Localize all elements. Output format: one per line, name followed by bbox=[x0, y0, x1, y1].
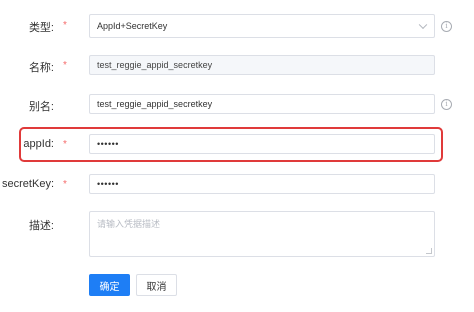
info-icon[interactable]: i bbox=[441, 99, 452, 110]
chevron-down-icon bbox=[418, 20, 428, 30]
description-placeholder: 请输入凭据描述 bbox=[97, 219, 161, 229]
type-required-mark: * bbox=[63, 20, 67, 31]
name-label: 名称: bbox=[28, 62, 54, 74]
appid-field-value: •••••• bbox=[97, 139, 119, 149]
alias-field[interactable]: test_reggie_appid_secretkey bbox=[89, 94, 435, 114]
description-row: 描述: 请输入凭据描述 bbox=[0, 211, 474, 257]
secretkey-required-mark: * bbox=[63, 179, 67, 190]
description-textarea[interactable]: 请输入凭据描述 bbox=[89, 211, 435, 257]
name-required-mark: * bbox=[63, 60, 67, 71]
resize-handle-icon[interactable] bbox=[426, 248, 432, 254]
alias-row: 别名: test_reggie_appid_secretkey i bbox=[0, 94, 474, 114]
secretkey-field-value: •••••• bbox=[97, 179, 119, 189]
name-field-value: test_reggie_appid_secretkey bbox=[97, 60, 213, 70]
secretkey-row: secretKey: * •••••• bbox=[0, 174, 474, 194]
alias-field-value: test_reggie_appid_secretkey bbox=[97, 99, 213, 109]
appid-row: appId: * •••••• bbox=[0, 134, 474, 154]
cancel-button[interactable]: 取消 bbox=[136, 274, 177, 296]
type-select-value: AppId+SecretKey bbox=[97, 21, 168, 31]
appid-required-mark: * bbox=[63, 139, 67, 150]
secretkey-field[interactable]: •••••• bbox=[89, 174, 435, 194]
credential-form: 类型: * AppId+SecretKey i 名称: * test_reggi… bbox=[0, 0, 474, 312]
name-field[interactable]: test_reggie_appid_secretkey bbox=[89, 55, 435, 75]
appid-label: appId: bbox=[23, 138, 54, 150]
type-row: 类型: * AppId+SecretKey i bbox=[0, 14, 474, 38]
alias-label: 别名: bbox=[28, 101, 54, 113]
appid-field[interactable]: •••••• bbox=[89, 134, 435, 154]
type-label: 类型: bbox=[28, 22, 54, 34]
secretkey-label: secretKey: bbox=[2, 178, 54, 190]
type-select[interactable]: AppId+SecretKey bbox=[89, 14, 435, 38]
name-row: 名称: * test_reggie_appid_secretkey bbox=[0, 55, 474, 75]
confirm-button[interactable]: 确定 bbox=[89, 274, 130, 296]
info-icon[interactable]: i bbox=[441, 21, 452, 32]
description-label: 描述: bbox=[28, 220, 54, 232]
